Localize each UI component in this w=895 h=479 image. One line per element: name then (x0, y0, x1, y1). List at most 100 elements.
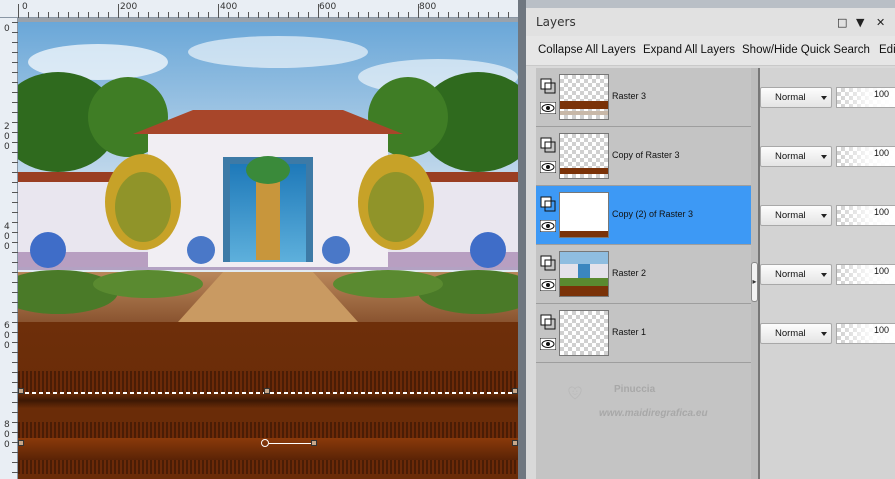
layer-group-icon[interactable] (540, 137, 556, 153)
chevron-down-icon (821, 96, 827, 100)
eye-visibility-icon[interactable] (540, 220, 556, 232)
layer-row-copy-2-of-raster-3[interactable]: Copy (2) of Raster 3 (536, 186, 751, 245)
ruler-tick (138, 12, 139, 18)
layer-thumbnail (559, 74, 609, 120)
ruler-tick (168, 12, 169, 18)
ruler-label: 800 (419, 2, 437, 12)
ruler-tick (178, 12, 179, 18)
ruler-tick (238, 12, 239, 18)
opacity-value: 100 (873, 148, 889, 158)
layers-toolbar: Collapse All Layers Expand All Layers Sh… (526, 36, 895, 66)
layer-name: Raster 3 (612, 91, 647, 101)
ruler-tick (158, 12, 159, 18)
layer-group-icon[interactable] (540, 255, 556, 271)
layer-name: Copy of Raster 3 (612, 150, 680, 160)
transform-handle[interactable] (18, 440, 24, 446)
transform-handle[interactable] (264, 388, 270, 394)
close-icon[interactable]: ✕ (876, 16, 885, 29)
ruler-tick (228, 12, 229, 18)
eye-visibility-icon[interactable] (540, 338, 556, 350)
opacity-field[interactable]: 100 (836, 87, 895, 108)
patterned-stripe (18, 460, 518, 474)
ruler-tick (388, 12, 389, 18)
ruler-tick (88, 12, 89, 18)
ruler-tick (298, 12, 299, 18)
layer-group-icon[interactable] (540, 78, 556, 94)
show-hide-quick-search-button[interactable]: Show/Hide Quick Search (742, 44, 870, 56)
layer-thumbnail (559, 133, 609, 179)
ruler-tick (248, 12, 249, 18)
canvas-scroll-edge (518, 0, 526, 479)
opacity-field[interactable]: 100 (836, 264, 895, 285)
ruler-tick (58, 12, 59, 18)
ruler-tick (308, 12, 309, 18)
layer-group-icon[interactable] (540, 196, 556, 212)
ruler-label: 2 (4, 122, 10, 132)
ruler-label: 0 (4, 132, 10, 142)
edit-button[interactable]: Edi (879, 44, 895, 56)
ruler-tick (98, 12, 99, 18)
eye-visibility-icon[interactable] (540, 161, 556, 173)
blend-mode-dropdown[interactable]: Normal (760, 264, 832, 285)
splitter-grip-icon[interactable]: ▸ (751, 262, 758, 302)
ruler-tick (208, 12, 209, 18)
layer-row-raster-2[interactable]: Raster 2 (536, 245, 751, 304)
landscape-painting (18, 22, 518, 322)
ruler-tick (288, 12, 289, 18)
ruler-tick (128, 12, 129, 18)
transform-handle[interactable] (18, 388, 24, 394)
layer-row-raster-1[interactable]: Raster 1 (536, 304, 751, 363)
ruler-tick (188, 12, 189, 18)
opacity-value: 100 (873, 207, 889, 217)
ruler-tick (118, 4, 119, 18)
ruler-tick (338, 12, 339, 18)
expand-all-layers-button[interactable]: Expand All Layers (643, 44, 735, 56)
rotation-handle[interactable] (311, 440, 317, 446)
blend-mode-dropdown[interactable]: Normal (760, 146, 832, 167)
chevron-down-icon (821, 155, 827, 159)
patterned-stripe (18, 422, 518, 438)
blend-mode-dropdown[interactable]: Normal (760, 87, 832, 108)
ruler-label: 0 (4, 232, 10, 242)
eye-visibility-icon[interactable] (540, 102, 556, 114)
blend-mode-value: Normal (775, 269, 806, 280)
ruler-tick (398, 12, 399, 18)
ruler-tick (48, 12, 49, 18)
blend-mode-dropdown[interactable]: Normal (760, 323, 832, 344)
opacity-value: 100 (873, 325, 889, 335)
ruler-tick (368, 12, 369, 18)
layer-row-copy-of-raster-3[interactable]: Copy of Raster 3 (536, 127, 751, 186)
blend-mode-dropdown[interactable]: Normal (760, 205, 832, 226)
pivot-point[interactable] (261, 439, 269, 447)
layer-thumbnail (559, 192, 609, 238)
layer-name: Copy (2) of Raster 3 (612, 209, 694, 219)
chevron-down-icon (821, 214, 827, 218)
opacity-value: 100 (873, 266, 889, 276)
ruler-tick (38, 12, 39, 18)
ruler-label: 0 (4, 242, 10, 252)
opacity-field[interactable]: 100 (836, 323, 895, 344)
blend-mode-value: Normal (775, 92, 806, 103)
ruler-tick (78, 12, 79, 18)
image-canvas[interactable] (18, 22, 518, 479)
ruler-tick (478, 12, 479, 18)
layer-group-icon[interactable] (540, 314, 556, 330)
layer-row-raster-3[interactable]: Raster 3 (536, 68, 751, 127)
eye-visibility-icon[interactable] (540, 279, 556, 291)
pin-icon[interactable]: ▼ (856, 16, 864, 29)
ruler-label: 4 (4, 222, 10, 232)
panel-header: Layers □ ▼ ✕ (526, 8, 895, 36)
layer-thumbnail (559, 310, 609, 356)
ruler-tick (198, 12, 199, 18)
maximize-icon[interactable]: □ (837, 16, 847, 29)
panel-title: Layers (536, 15, 576, 29)
ruler-tick (148, 12, 149, 18)
ruler-tick (318, 4, 319, 18)
opacity-field[interactable]: 100 (836, 205, 895, 226)
layer-thumbnail (559, 251, 609, 297)
ruler-label: 0 (22, 2, 28, 12)
chevron-down-icon (821, 273, 827, 277)
ruler-tick (498, 12, 499, 18)
collapse-all-layers-button[interactable]: Collapse All Layers (538, 44, 636, 56)
opacity-field[interactable]: 100 (836, 146, 895, 167)
